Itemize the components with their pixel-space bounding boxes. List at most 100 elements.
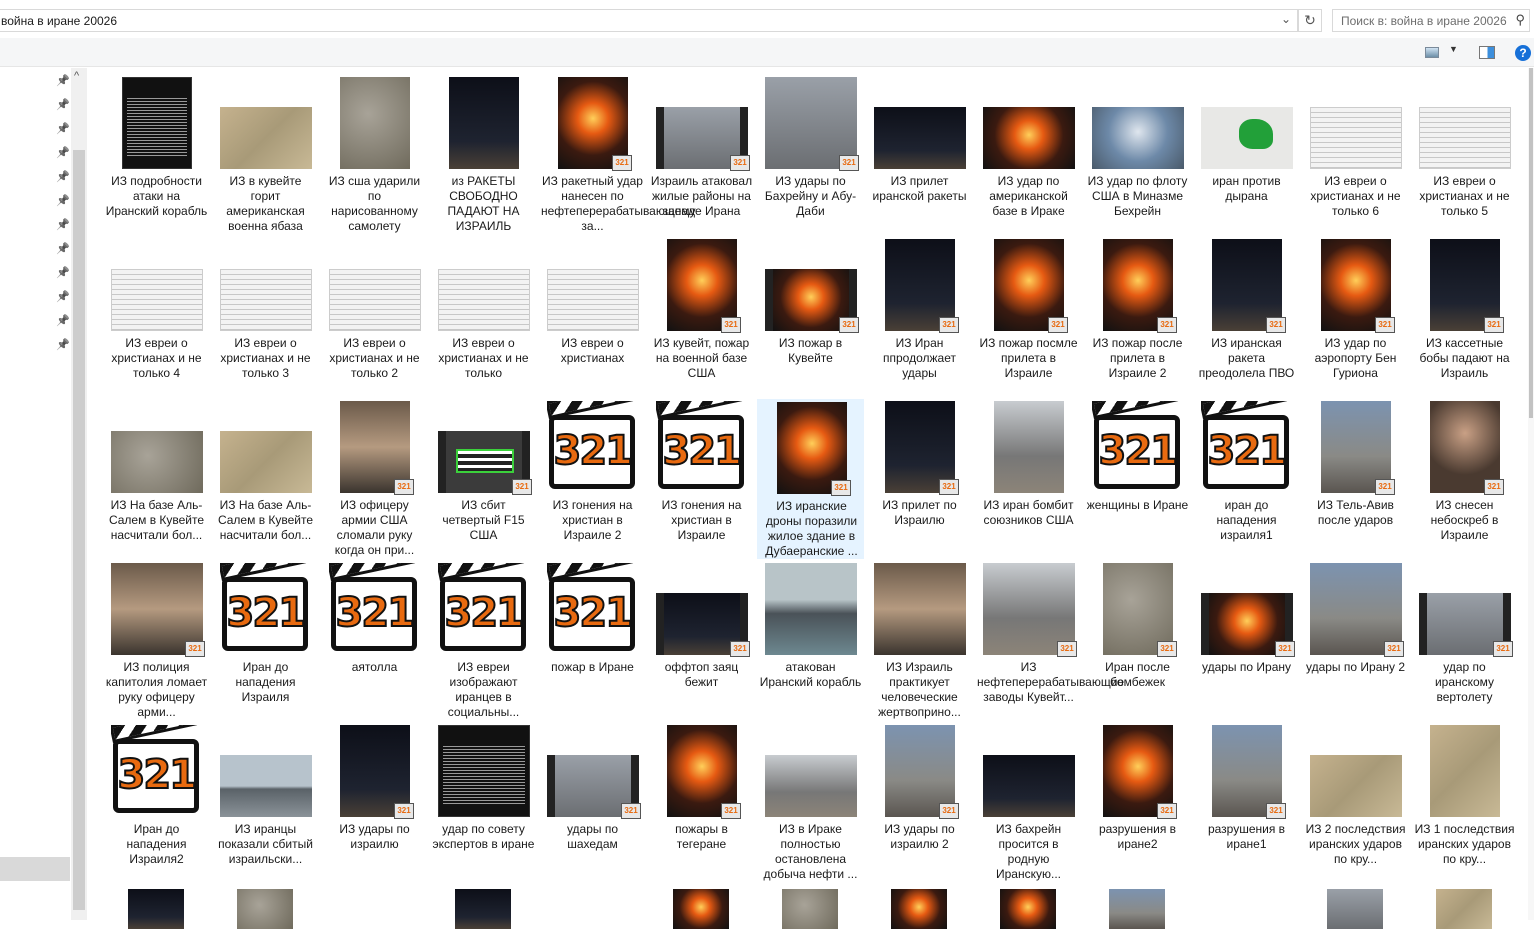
file-item[interactable]: ИЗ подробности атаки на Иранский корабль [103, 75, 210, 235]
file-item[interactable]: ИЗ евреи о христианах и не только [430, 237, 537, 397]
file-item[interactable]: ИЗ в Ираке полностью остановлена добыча … [757, 723, 864, 883]
file-item[interactable]: 321 ИЗ кувейт, пожар на военной базе США [648, 237, 755, 397]
file-item[interactable]: 321 Иран до нападения Израиля2 [103, 723, 210, 883]
main-scrollbar[interactable] [1528, 68, 1534, 920]
file-item[interactable]: 321 ИЗ удары по израилю 2 [866, 723, 973, 883]
file-item[interactable]: 321 ИЗ пожар посмле прилета в Израиле [975, 237, 1082, 397]
pin-icon[interactable]: 📌 [56, 218, 70, 231]
pin-icon[interactable]: 📌 [56, 338, 70, 351]
pin-icon[interactable]: 📌 [56, 74, 70, 87]
file-item[interactable]: ИЗ евреи о христианах и не только 3 [212, 237, 319, 397]
file-item[interactable]: 321 удар по иранскому вертолету [1411, 561, 1518, 721]
nav-selected-item[interactable] [0, 857, 70, 881]
file-item[interactable]: 321 ИЗ гонения на христиан в Израиле 2 [539, 399, 646, 559]
pin-icon[interactable]: 📌 [56, 314, 70, 327]
file-item[interactable]: ИЗ 2 последствия иранских ударов по кру.… [1302, 723, 1409, 883]
file-item[interactable]: 321 удары по Ирану [1193, 561, 1300, 721]
file-item[interactable]: 321 ИЗ нефтеперерабатывающие заводы Кувей… [975, 561, 1124, 721]
pin-icon[interactable]: 📌 [56, 266, 70, 279]
address-bar[interactable]: война в иране 20026 ⌄ [0, 9, 1298, 32]
file-item[interactable]: ИЗ иран бомбит союзников США [975, 399, 1082, 559]
file-item[interactable]: 321 ИЗ сбит четвертый F15 США [430, 399, 537, 559]
file-item[interactable]: 321 ИЗ Тель-Авив после ударов [1302, 399, 1409, 559]
scroll-up-icon[interactable]: ^ [74, 70, 79, 82]
file-item[interactable]: 321 разрушения в иране1 [1193, 723, 1300, 883]
file-item[interactable]: 321 разрушения в иране2 [1084, 723, 1191, 883]
file-item[interactable]: 321 ИЗ Иран ппродолжает удары [866, 237, 973, 397]
video-thumbnail[interactable] [455, 889, 511, 929]
file-item[interactable]: 321 аятолла [321, 561, 428, 721]
pin-icon[interactable]: 📌 [56, 122, 70, 135]
main-scrollbar-thumb[interactable] [1529, 68, 1533, 418]
file-item[interactable]: ИЗ иранцы показали сбитый израильски... [212, 723, 319, 883]
video-thumbnail[interactable] [128, 889, 184, 929]
file-item[interactable]: 321 ИЗ полиция капитолия ломает руку офиц… [103, 561, 210, 721]
file-item[interactable]: 321 Израиль атаковал жилые районы на запа… [648, 75, 755, 235]
file-item[interactable]: ИЗ 1 последствия иранских ударов по кру.… [1411, 723, 1518, 883]
video-thumbnail[interactable] [1000, 889, 1056, 929]
file-item[interactable]: ИЗ в кувейте горит американская военна я… [212, 75, 319, 235]
pin-icon[interactable]: 📌 [56, 170, 70, 183]
file-item[interactable]: 321 ИЗ ракетный удар нанесен по нефтепере… [539, 75, 696, 235]
file-item[interactable]: 321 ИЗ евреи изображают иранцев в социаль… [430, 561, 537, 721]
file-item[interactable]: 321 оффтоп заяц бежит [648, 561, 755, 721]
video-thumbnail[interactable] [1109, 889, 1165, 929]
file-item[interactable]: удар по совету экспертов в иране [430, 723, 537, 883]
nav-scrollbar[interactable]: ^ [71, 68, 87, 920]
file-item[interactable]: ИЗ прилет иранской ракеты [866, 75, 973, 235]
pin-icon[interactable]: 📌 [56, 290, 70, 303]
file-item[interactable]: ИЗ бахрейн просится в родную Иранскую... [975, 723, 1082, 883]
file-item[interactable]: 321 ИЗ удары по израилю [321, 723, 428, 883]
file-item[interactable]: 321 ИЗ пожар в Кувейте [757, 237, 864, 397]
file-item[interactable]: 321 пожары в тегеране [648, 723, 755, 883]
file-item[interactable]: 321 пожар в Иране [539, 561, 646, 721]
file-item[interactable]: атакован Иранский корабль [757, 561, 864, 721]
address-history-chevron-icon[interactable]: ⌄ [1281, 12, 1291, 26]
file-item[interactable]: 321 женщины в Иране [1084, 399, 1191, 559]
nav-scrollbar-thumb[interactable] [73, 150, 85, 910]
change-view-icon[interactable] [1425, 47, 1439, 58]
file-item[interactable]: ИЗ евреи о христианах и не только 6 [1302, 75, 1409, 235]
video-thumbnail[interactable] [1327, 889, 1383, 929]
pin-icon[interactable]: 📌 [56, 194, 70, 207]
file-item[interactable]: 321 Иран до нападения Израиля [212, 561, 319, 721]
file-item[interactable]: из РАКЕТЫ СВОБОДНО ПАДАЮТ НА ИЗРАИЛЬ [430, 75, 537, 235]
address-path[interactable]: война в иране 20026 [1, 14, 117, 28]
file-item[interactable]: 321 ИЗ иранские дроны поразили жилое здан… [757, 399, 864, 559]
view-options-dropdown[interactable]: ▼ [1449, 44, 1458, 60]
video-thumbnail[interactable] [1436, 889, 1492, 929]
file-item[interactable]: 321 ИЗ прилет по Израилю [866, 399, 973, 559]
file-item[interactable]: 321 удары по Ирану 2 [1302, 561, 1409, 721]
search-icon[interactable]: ⚲ [1515, 12, 1525, 28]
video-thumbnail[interactable] [237, 889, 293, 929]
pin-icon[interactable]: 📌 [56, 242, 70, 255]
preview-pane-icon[interactable] [1479, 46, 1495, 59]
file-item[interactable]: ИЗ На базе Аль-Салем в Кувейте насчитали… [212, 399, 319, 559]
file-item[interactable]: 321 ИЗ удар по аэропорту Бен Гуриона [1302, 237, 1409, 397]
file-item[interactable]: ИЗ сша ударили по нарисованному самолету [321, 75, 428, 235]
video-thumbnail[interactable] [891, 889, 947, 929]
file-item[interactable]: 321 иран до нападения израиля1 [1193, 399, 1300, 559]
file-item[interactable]: ИЗ удар по американской базе в Ираке [975, 75, 1082, 235]
file-item[interactable]: ИЗ удар по флоту США в Миназме Бехрейн [1084, 75, 1191, 235]
file-item[interactable]: 321 ИЗ пожар после прилета в Израиле 2 [1084, 237, 1191, 397]
file-item[interactable]: 321 ИЗ снесен небоскреб в Израиле [1411, 399, 1518, 559]
pin-icon[interactable]: 📌 [56, 146, 70, 159]
search-input[interactable]: Поиск в: война в иране 20026 ⚲ [1332, 9, 1530, 32]
file-item[interactable]: ИЗ евреи о христианах [539, 237, 646, 397]
file-item[interactable]: 321 ИЗ иранская ракета преодолела ПВО [1193, 237, 1300, 397]
pin-icon[interactable]: 📌 [56, 98, 70, 111]
video-thumbnail[interactable] [673, 889, 729, 929]
file-item[interactable]: 321 ИЗ офицеру армии США сломали руку ког… [321, 399, 428, 559]
refresh-icon[interactable]: ↻ [1298, 9, 1322, 32]
file-item[interactable]: ИЗ евреи о христианах и не только 4 [103, 237, 210, 397]
file-item[interactable]: 321 удары по шахедам [539, 723, 646, 883]
file-item[interactable]: 321 ИЗ удары по Бахрейну и Абу-Даби [757, 75, 864, 235]
file-item[interactable]: ИЗ На базе Аль-Салем в Кувейте насчитали… [103, 399, 210, 559]
file-item[interactable]: 321 ИЗ гонения на христиан в Израиле [648, 399, 755, 559]
file-item[interactable]: 321 ИЗ кассетные бобы падают на Израиль [1411, 237, 1518, 397]
help-icon[interactable]: ? [1515, 45, 1531, 61]
video-thumbnail[interactable] [782, 889, 838, 929]
file-item[interactable]: иран против дырана [1193, 75, 1300, 235]
file-item[interactable]: ИЗ евреи о христианах и не только 2 [321, 237, 428, 397]
